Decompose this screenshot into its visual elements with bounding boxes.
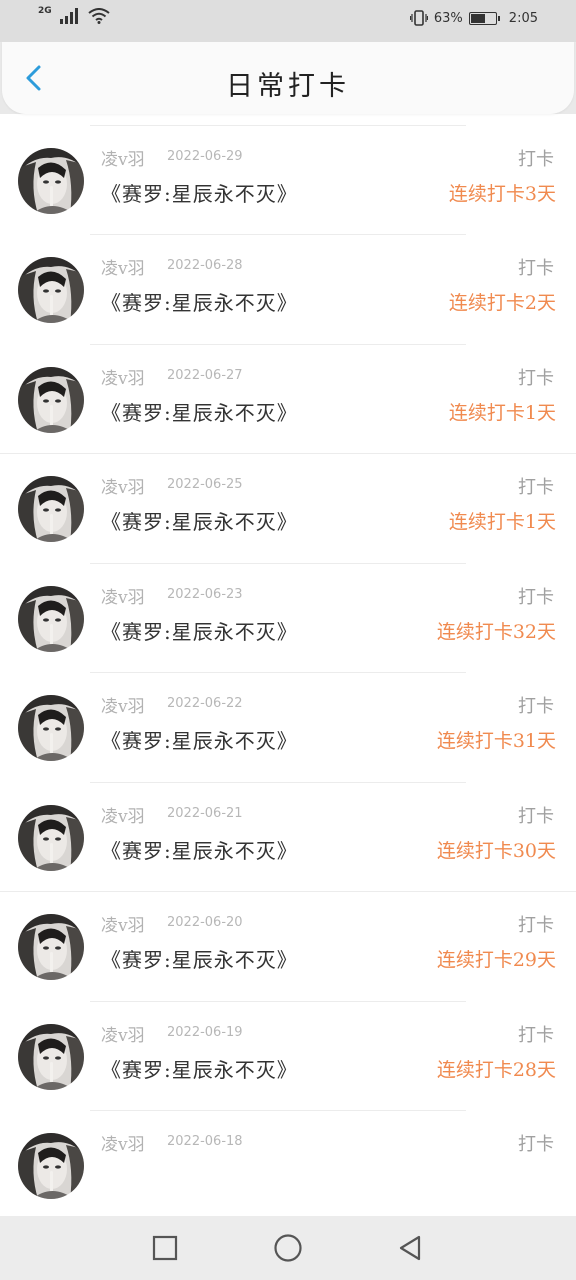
streak-label: 连续打卡2天 [448,292,556,314]
username: 凌v羽 [101,1025,145,1046]
checkin-list-area[interactable]: 凌v羽 2022-06-30 打卡 《赛罗:星辰永不灭》 连续打卡4天 凌v羽 … [0,114,576,1216]
checkin-tag: 打卡 [518,696,554,717]
battery-icon [468,11,500,25]
avatar[interactable] [18,1133,84,1199]
checkin-date: 2022-06-22 [167,696,243,711]
streak-label: 连续打卡30天 [436,839,556,862]
checkin-item[interactable]: 凌v羽 2022-06-28 打卡 《赛罗:星辰永不灭》 连续打卡2天 [0,235,576,345]
back-nav-button[interactable] [392,1230,428,1266]
recent-apps-button[interactable] [147,1230,183,1266]
checkin-tag: 打卡 [518,148,554,170]
username: 凌v羽 [101,806,145,827]
book-title: 《赛罗:星辰永不灭》 [101,291,298,315]
username: 凌v羽 [101,697,145,717]
streak-label: 连续打卡31天 [436,730,556,752]
checkin-tag: 打卡 [518,1134,554,1155]
avatar[interactable] [18,804,84,871]
username: 凌v羽 [101,149,145,170]
streak-label: 连续打卡28天 [436,1058,556,1081]
checkin-item[interactable]: 凌v羽 2022-06-27 打卡 《赛罗:星辰永不灭》 连续打卡1天 [0,345,576,455]
checkin-date: 2022-06-28 [167,258,243,273]
checkin-tag: 打卡 [518,367,554,389]
checkin-tag: 打卡 [518,1024,554,1046]
book-title: 《赛罗:星辰永不灭》 [101,510,298,534]
streak-label: 连续打卡1天 [448,511,556,533]
checkin-date: 2022-06-19 [167,1024,243,1040]
home-icon [274,1234,302,1262]
book-title: 《赛罗:星辰永不灭》 [101,400,298,425]
book-title: 《赛罗:星辰永不灭》 [101,619,298,644]
username: 凌v羽 [101,587,145,608]
avatar[interactable] [18,695,84,761]
home-button[interactable] [270,1230,306,1266]
avatar[interactable] [18,257,84,323]
username: 凌v羽 [101,916,145,936]
checkin-item[interactable]: 凌v羽 2022-06-30 打卡 《赛罗:星辰永不灭》 连续打卡4天 [0,114,576,126]
network-type: 2G [38,5,52,16]
checkin-tag: 打卡 [518,258,554,279]
checkin-date: 2022-06-25 [167,477,243,492]
system-nav-bar [0,1216,576,1280]
page-title: 日常打卡 [226,71,350,102]
streak-label: 连续打卡1天 [448,401,556,424]
avatar[interactable] [18,1023,84,1090]
checkin-item[interactable]: 凌v羽 2022-06-23 打卡 《赛罗:星辰永不灭》 连续打卡32天 [0,564,576,674]
battery-fill [470,13,485,23]
avatar[interactable] [18,585,84,652]
checkin-date: 2022-06-23 [167,586,243,602]
signal-icon [59,8,78,24]
book-title: 《赛罗:星辰永不灭》 [101,1057,298,1082]
app-header: 日常打卡 [2,42,574,114]
book-title: 《赛罗:星辰永不灭》 [101,729,298,753]
checkin-item[interactable]: 凌v羽 2022-06-18 打卡 [0,1111,576,1216]
checkin-item[interactable]: 凌v羽 2022-06-25 打卡 《赛罗:星辰永不灭》 连续打卡1天 [0,454,576,564]
recent-apps-icon [152,1235,178,1261]
avatar[interactable] [18,366,84,433]
checkin-tag: 打卡 [518,805,554,827]
book-title: 《赛罗:星辰永不灭》 [101,181,298,206]
checkin-tag: 打卡 [518,586,554,608]
username: 凌v羽 [101,1135,145,1155]
checkin-item[interactable]: 凌v羽 2022-06-22 打卡 《赛罗:星辰永不灭》 连续打卡31天 [0,673,576,783]
checkin-item[interactable]: 凌v羽 2022-06-21 打卡 《赛罗:星辰永不灭》 连续打卡30天 [0,783,576,893]
checkin-date: 2022-06-21 [167,805,243,821]
checkin-tag: 打卡 [518,915,554,936]
book-title: 《赛罗:星辰永不灭》 [101,838,298,863]
battery-percent: 63% [433,10,463,26]
checkin-item[interactable]: 凌v羽 2022-06-19 打卡 《赛罗:星辰永不灭》 连续打卡28天 [0,1002,576,1112]
checkin-tag: 打卡 [518,477,554,498]
username: 凌v羽 [101,478,145,498]
checkin-date: 2022-06-20 [167,915,243,930]
checkin-date: 2022-06-29 [167,148,243,164]
book-title: 《赛罗:星辰永不灭》 [101,948,298,972]
wifi-icon [88,8,110,24]
status-bar: 2G 63% 2:05 [0,0,576,42]
avatar[interactable] [18,914,84,980]
username: 凌v羽 [101,368,145,389]
status-right: 63% 2:05 [409,10,538,26]
vibrate-icon [409,10,428,26]
avatar[interactable] [18,476,84,542]
status-time: 2:05 [508,10,538,26]
streak-label: 连续打卡29天 [436,949,556,971]
checkin-date: 2022-06-27 [167,367,243,383]
streak-label: 连续打卡32天 [436,620,556,643]
checkin-item[interactable]: 凌v羽 2022-06-20 打卡 《赛罗:星辰永不灭》 连续打卡29天 [0,892,576,1002]
checkin-date: 2022-06-18 [167,1134,243,1149]
checkin-item[interactable]: 凌v羽 2022-06-29 打卡 《赛罗:星辰永不灭》 连续打卡3天 [0,126,576,236]
status-left: 2G [38,5,110,24]
back-icon [399,1235,421,1261]
checkin-list: 凌v羽 2022-06-30 打卡 《赛罗:星辰永不灭》 连续打卡4天 凌v羽 … [0,114,576,1216]
avatar[interactable] [18,147,84,214]
username: 凌v羽 [101,259,145,279]
streak-label: 连续打卡3天 [448,182,556,205]
